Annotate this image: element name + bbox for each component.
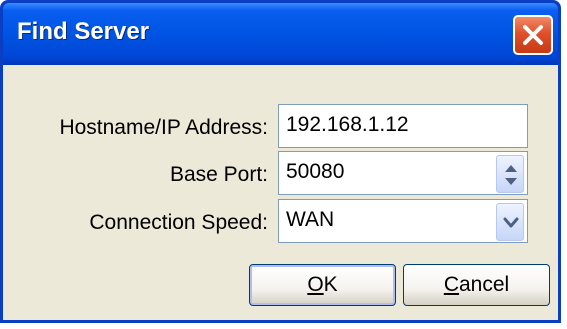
connection-speed-label: Connection Speed: [89, 211, 268, 234]
connection-speed-dropdown-button[interactable] [496, 203, 524, 241]
window-title: Find Server [17, 18, 150, 45]
hostname-label: Hostname/IP Address: [59, 116, 268, 139]
base-port-label: Base Port: [169, 163, 268, 186]
cancel-button[interactable]: Cancel [403, 264, 550, 306]
base-port-value: 50080 [286, 160, 345, 183]
close-button[interactable] [513, 15, 553, 55]
spin-arrows-icon [505, 165, 517, 185]
find-server-dialog: Find Server Hostname/IP Address: 192.168… [0, 0, 561, 323]
connection-speed-value: WAN [286, 208, 335, 231]
cancel-mnemonic: C [443, 273, 459, 296]
dialog-body: Hostname/IP Address: 192.168.1.12 Base P… [3, 65, 558, 320]
ok-label-rest: K [323, 273, 338, 296]
base-port-spinner[interactable]: 50080 [278, 151, 528, 195]
cancel-label-rest: ancel [458, 273, 510, 296]
base-port-spin-buttons[interactable] [496, 155, 524, 193]
title-bar[interactable]: Find Server [3, 3, 558, 65]
ok-button[interactable]: OK [249, 264, 396, 306]
ok-mnemonic: O [307, 273, 324, 296]
close-icon [523, 25, 543, 45]
hostname-input[interactable]: 192.168.1.12 [278, 104, 528, 148]
chevron-down-icon [503, 217, 519, 228]
hostname-value: 192.168.1.12 [286, 113, 409, 136]
connection-speed-select[interactable]: WAN [278, 199, 528, 243]
